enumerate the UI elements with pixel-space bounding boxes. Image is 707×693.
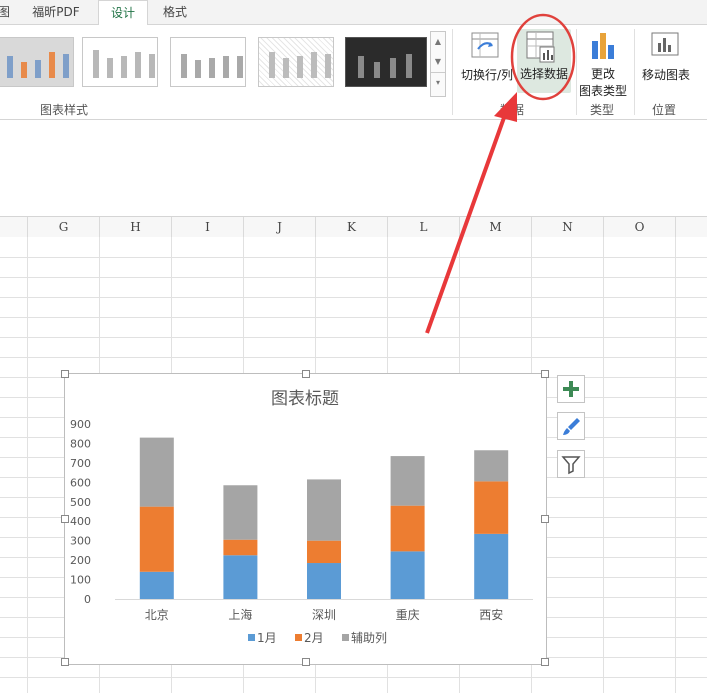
change-chart-type-label-1: 更改 (590, 67, 615, 81)
column-header-partial (0, 217, 28, 237)
resize-handle[interactable] (61, 658, 69, 666)
legend-label[interactable]: 辅助列 (351, 631, 387, 645)
bar-segment[interactable] (474, 533, 509, 599)
plus-icon (563, 381, 579, 397)
column-header[interactable]: J (244, 217, 316, 237)
scroll-up-icon[interactable]: ▲ (431, 32, 445, 52)
tab-foxit-pdf[interactable]: 福昕PDF (20, 0, 92, 24)
resize-handle[interactable] (541, 658, 549, 666)
chart-elements-button[interactable] (557, 375, 585, 403)
y-tick-label: 600 (70, 476, 91, 489)
tab-format[interactable]: 格式 (150, 0, 200, 24)
location-group-label: 位置 (652, 103, 677, 117)
x-tick-label: 重庆 (396, 608, 420, 622)
styles-group-label: 图表样式 (40, 103, 89, 117)
scroll-down-icon[interactable]: ▼ (431, 52, 445, 72)
type-group-label: 类型 (590, 103, 615, 117)
chart-style-thumbnail-2[interactable] (82, 37, 158, 87)
bar-segment[interactable] (139, 571, 174, 599)
select-data-icon (526, 31, 556, 63)
switch-row-col-icon[interactable] (470, 31, 500, 59)
legend-swatch (248, 634, 255, 641)
y-tick-label: 800 (70, 437, 91, 450)
column-header[interactable]: H (100, 217, 172, 237)
column-header[interactable]: G (28, 217, 100, 237)
column-header[interactable]: L (388, 217, 460, 237)
column-header[interactable]: I (172, 217, 244, 237)
chart-style-thumbnail-4[interactable] (258, 37, 334, 87)
resize-handle[interactable] (302, 658, 310, 666)
column-header-row: G H I J K L M N O (0, 216, 707, 238)
bar-segment[interactable] (307, 479, 341, 541)
group-divider (452, 29, 453, 115)
column-header[interactable]: M (460, 217, 532, 237)
bar-segment[interactable] (307, 563, 341, 599)
resize-handle[interactable] (541, 370, 549, 378)
x-tick-label: 北京 (145, 608, 169, 622)
column-header[interactable]: K (316, 217, 388, 237)
resize-handle[interactable] (302, 370, 310, 378)
group-divider (634, 29, 635, 115)
y-tick-label: 500 (70, 496, 91, 509)
change-chart-type-label-2: 图表类型 (578, 84, 627, 98)
x-tick-label: 上海 (228, 607, 252, 622)
legend-label[interactable]: 2月 (304, 631, 324, 645)
paintbrush-icon (563, 418, 580, 435)
bar-segment[interactable] (223, 485, 258, 540)
change-chart-type-icon[interactable] (590, 31, 616, 61)
y-tick-label: 300 (70, 535, 91, 548)
move-chart-button[interactable]: 移动图表 (638, 66, 694, 83)
data-group-label: 数据 (500, 103, 525, 117)
x-tick-label: 深圳 (312, 608, 336, 622)
x-tick-label: 西安 (479, 607, 503, 622)
bar-segment[interactable] (474, 481, 509, 534)
bar-segment[interactable] (390, 456, 425, 506)
legend-swatch (342, 634, 349, 641)
resize-handle[interactable] (61, 370, 69, 378)
resize-handle[interactable] (61, 515, 69, 523)
stacked-column-chart[interactable]: 图表标题 0 100 200 300 400 500 600 700 800 900 北京 上海 深圳… (65, 374, 546, 664)
chart-styles-button[interactable] (557, 412, 585, 440)
bar-segment[interactable] (390, 551, 425, 599)
formula-area (0, 120, 707, 216)
change-chart-type-button[interactable]: 更改 图表类型 (576, 65, 630, 99)
bar-segment[interactable] (223, 555, 258, 599)
ribbon: ▲ ▼ ▾ 图表样式 切换行/列 选择数据 数据 更改 图表类型 类型 移动图表… (0, 25, 707, 120)
styles-gallery-scrollbar[interactable]: ▲ ▼ ▾ (430, 31, 446, 97)
column-header[interactable]: O (604, 217, 676, 237)
column-header[interactable]: N (532, 217, 604, 237)
y-tick-label: 400 (70, 515, 91, 528)
y-tick-label: 100 (70, 574, 91, 587)
bar-segment[interactable] (390, 505, 425, 552)
bar-segment[interactable] (307, 540, 341, 564)
chart-filters-button[interactable] (557, 450, 585, 478)
tab-partial[interactable]: 图 (0, 0, 12, 24)
chart-object[interactable]: 图表标题 0 100 200 300 400 500 600 700 800 900 北京 上海 深圳… (61, 370, 549, 666)
resize-handle[interactable] (541, 515, 549, 523)
y-tick-label: 900 (70, 418, 91, 431)
y-tick-label: 200 (70, 554, 91, 567)
more-styles-icon[interactable]: ▾ (431, 72, 445, 93)
bar-segment[interactable] (139, 506, 174, 572)
bar-segment[interactable] (139, 437, 174, 507)
legend-swatch (295, 634, 302, 641)
switch-row-col-button[interactable]: 切换行/列 (458, 66, 516, 83)
y-tick-label: 0 (84, 593, 91, 606)
y-tick-label: 700 (70, 457, 91, 470)
move-chart-icon[interactable] (650, 31, 680, 59)
chart-style-thumbnail-1[interactable] (0, 37, 74, 87)
legend-label[interactable]: 1月 (257, 631, 277, 645)
chart-title[interactable]: 图表标题 (271, 389, 339, 409)
select-data-label: 选择数据 (519, 67, 568, 81)
chart-style-thumbnail-3[interactable] (170, 37, 246, 87)
bar-segment[interactable] (474, 450, 509, 482)
tab-design[interactable]: 设计 (98, 0, 148, 26)
ribbon-tab-bar: 图 福昕PDF 设计 格式 (0, 0, 707, 26)
chart-style-thumbnail-5[interactable] (345, 37, 427, 87)
bar-segment[interactable] (223, 539, 258, 556)
filter-icon (561, 456, 581, 475)
